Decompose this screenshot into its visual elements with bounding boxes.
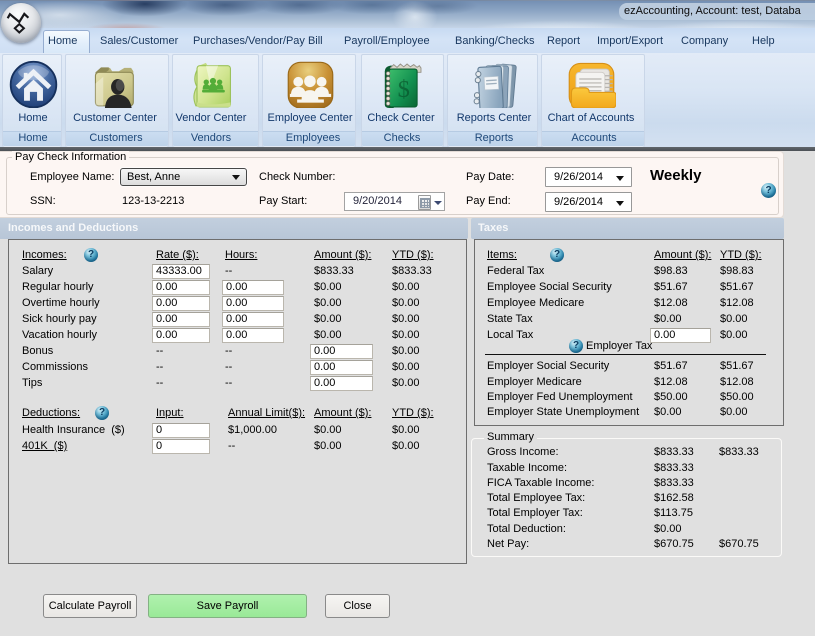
svg-text:$: $ <box>397 76 409 103</box>
